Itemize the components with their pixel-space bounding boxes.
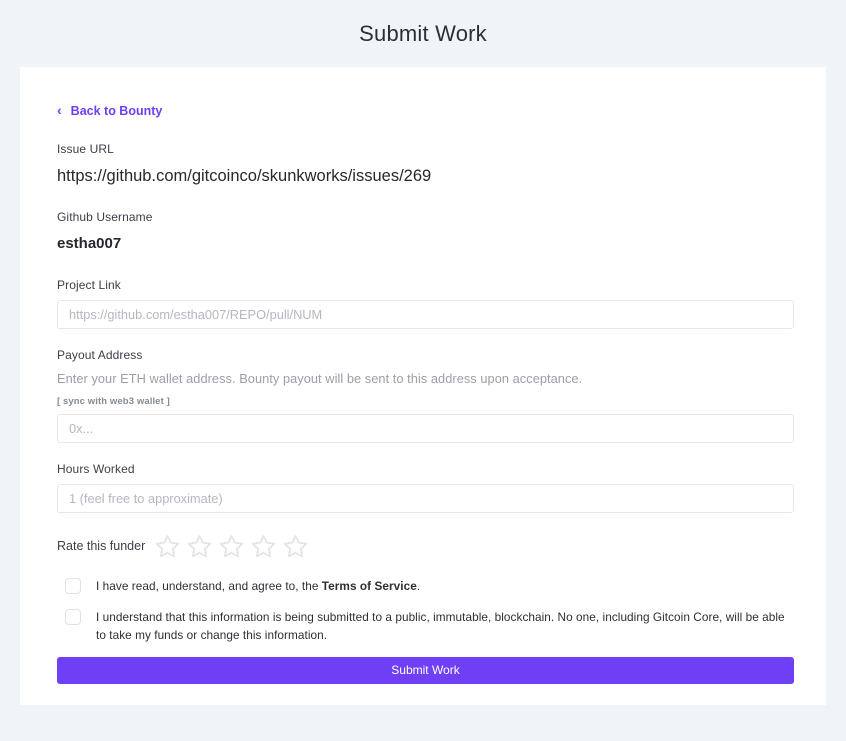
star-icon-3[interactable] [218,533,245,560]
project-link-input[interactable] [57,300,794,329]
back-to-bounty-link[interactable]: ‹ Back to Bounty [57,103,162,119]
rate-this-funder-label: Rate this funder [57,539,146,553]
terms-of-service-text: I have read, understand, and agree to, t… [96,577,420,595]
star-icon-2[interactable] [186,533,213,560]
github-username-value: estha007 [57,235,122,252]
star-icon-1[interactable] [154,533,181,560]
payout-address-field: Payout Address Enter your ETH wallet add… [57,347,795,443]
star-icon-4[interactable] [250,533,277,560]
funder-rating: Rate this funder [57,531,795,561]
page-title: Submit Work [359,21,487,46]
chevron-left-icon: ‹ [57,102,62,118]
hours-worked-field: Hours Worked [57,461,795,513]
payout-address-label: Payout Address [57,348,143,362]
hours-worked-input[interactable] [57,484,794,513]
terms-text-before: I have read, understand, and agree to, t… [96,579,322,593]
terms-of-service-checkbox[interactable] [65,578,81,594]
star-icon-5[interactable] [282,533,309,560]
back-to-bounty-label: Back to Bounty [70,104,163,118]
terms-of-service-link[interactable]: Terms of Service [322,579,417,593]
blockchain-acknowledgement-checkbox[interactable] [65,609,81,625]
card-content: ‹ Back to Bounty Issue URL https://githu… [20,67,826,684]
submit-work-card: ‹ Back to Bounty Issue URL https://githu… [20,67,826,705]
terms-of-service-row: I have read, understand, and agree to, t… [57,577,795,595]
github-username-label: Github Username [57,210,153,224]
payout-address-input[interactable] [57,414,794,443]
payout-address-helper: Enter your ETH wallet address. Bounty pa… [57,371,583,386]
issue-url-value: https://github.com/gitcoinco/skunkworks/… [57,167,432,185]
hours-worked-label: Hours Worked [57,462,135,476]
blockchain-acknowledgement-row: I understand that this information is be… [57,608,795,644]
project-link-label: Project Link [57,278,121,292]
star-rating-group[interactable] [154,533,309,560]
sync-web3-wallet-link[interactable]: [ sync with web3 wallet ] [57,395,795,408]
project-link-field: Project Link [57,277,795,329]
terms-text-after: . [416,579,421,593]
submit-work-button[interactable]: Submit Work [57,657,794,684]
blockchain-acknowledgement-text: I understand that this information is be… [96,610,785,642]
issue-url-label: Issue URL [57,142,114,156]
